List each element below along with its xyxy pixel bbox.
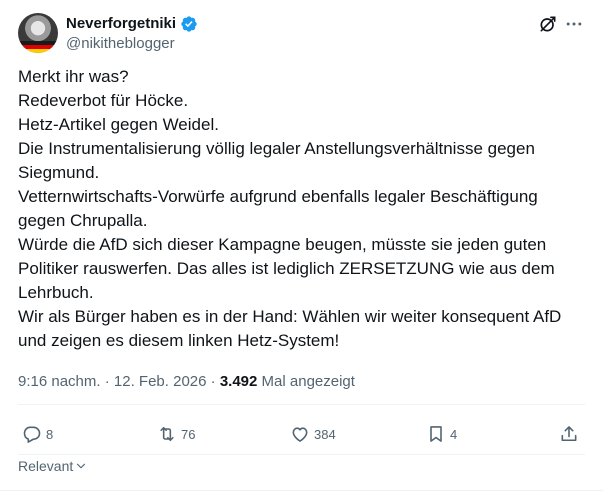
share-icon: [561, 426, 577, 442]
repost-icon: [160, 426, 174, 442]
bookmark-icon: [430, 426, 442, 442]
like-button[interactable]: 384: [290, 423, 336, 445]
divider: [18, 454, 585, 455]
tweet-text: Merkt ihr was? Redeverbot für Höcke. Het…: [18, 65, 586, 353]
reply-icon: [23, 426, 41, 443]
tweet-text-line: und zeigen es diesem linken Hetz-System!: [18, 331, 340, 350]
bookmark-button[interactable]: 4: [426, 423, 457, 445]
reply-count: 8: [46, 426, 54, 442]
views-label[interactable]: Mal angezeigt: [257, 373, 355, 390]
tweet-text-line: Die Instrumentalisierung völlig legaler …: [18, 139, 535, 158]
tweet-text-line: gegen Chrupalla.: [18, 211, 148, 230]
tweet-card: Neverforgetniki @nikitheblogger Merkt ih…: [0, 0, 603, 491]
tweet-date[interactable]: 12. Feb. 2026: [114, 373, 207, 390]
heart-icon: [292, 427, 308, 442]
tweet-text-line: Vetternwirtschafts-Vorwürfe aufgrund ebe…: [18, 187, 538, 206]
divider: [18, 404, 585, 405]
tweet-text-line: Lehrbuch.: [18, 283, 94, 302]
tweet-text-line: Siegmund.: [18, 163, 100, 182]
chevron-down-icon: [77, 463, 86, 469]
views-count[interactable]: 3.492: [220, 373, 258, 390]
tweet-text-line: Politiker rauswerfen. Das alles ist ledi…: [18, 259, 555, 278]
tweet-text-line: Hetz-Artikel gegen Weidel.: [18, 115, 219, 134]
repost-button[interactable]: 76: [157, 423, 195, 445]
author-display-name[interactable]: Neverforgetniki: [66, 14, 176, 34]
meta-separator: ·: [206, 373, 220, 390]
tweet-meta: 9:16 nachm. · 12. Feb. 2026 · 3.492 Mal …: [18, 372, 355, 392]
author-handle[interactable]: @nikitheblogger: [66, 34, 175, 54]
sort-replies-button[interactable]: Relevant: [18, 456, 88, 476]
bookmark-count: 4: [450, 426, 458, 442]
tweet-text-line: Merkt ihr was?: [18, 67, 129, 86]
meta-separator: ·: [100, 373, 114, 390]
tweet-time[interactable]: 9:16 nachm.: [18, 373, 101, 390]
flag-overlay: [18, 41, 58, 53]
grok-icon[interactable]: [537, 13, 559, 35]
tweet-text-line: Würde die AfD sich dieser Kampagne beuge…: [18, 235, 547, 254]
avatar[interactable]: [18, 13, 58, 53]
repost-count: 76: [181, 426, 196, 442]
sort-label: Relevant: [18, 458, 74, 474]
tweet-text-line: Wir als Bürger haben es in der Hand: Wäh…: [18, 307, 562, 326]
reply-button[interactable]: 8: [22, 423, 53, 445]
more-icon[interactable]: [563, 13, 585, 35]
share-button[interactable]: [559, 423, 579, 445]
verified-badge-icon[interactable]: [180, 15, 198, 33]
author-display-name-row[interactable]: Neverforgetniki: [66, 14, 198, 34]
tweet-text-line: Redeverbot für Höcke.: [18, 91, 189, 110]
like-count: 384: [314, 426, 336, 442]
